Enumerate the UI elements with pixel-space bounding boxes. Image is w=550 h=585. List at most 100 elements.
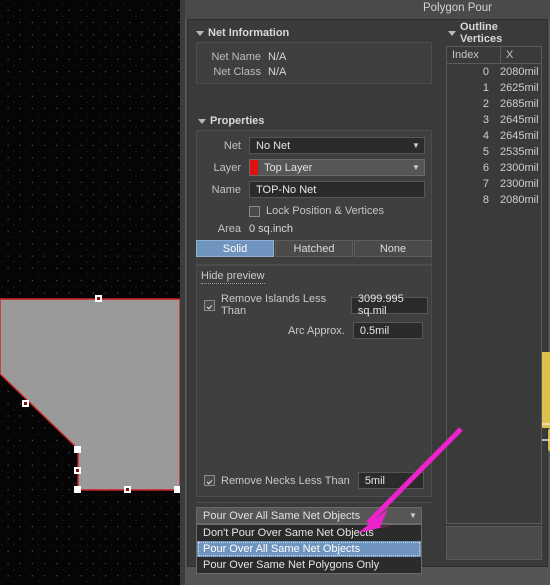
properties-header[interactable]: Properties (196, 112, 264, 130)
remove-islands-label: Remove Islands Less Than (221, 293, 327, 317)
remove-necks-checkbox[interactable] (204, 475, 215, 486)
name-row: Name TOP-No Net (197, 180, 425, 199)
cell-x: 2080mil (500, 66, 539, 78)
cell-x: 2685mil (500, 98, 539, 110)
collapse-triangle-icon[interactable] (448, 31, 456, 36)
name-label: Name (211, 183, 241, 196)
table-row[interactable]: 6 2300mil (447, 160, 541, 176)
lock-position-row[interactable]: Lock Position & Vertices (197, 202, 425, 220)
collapse-triangle-icon[interactable] (196, 31, 204, 36)
area-row: Area 0 sq.inch (197, 220, 425, 237)
layer-dropdown[interactable]: Top Layer ▼ (249, 159, 425, 176)
arc-approx-input[interactable]: 0.5mil (352, 322, 423, 339)
properties-title: Properties (210, 115, 265, 127)
vertex-handle[interactable] (74, 446, 81, 453)
cell-index: 1 (482, 82, 489, 94)
vertex-handle[interactable] (74, 486, 81, 493)
panel-titlebar: Polygon Pour (185, 0, 550, 19)
table-row[interactable]: 5 2535mil (447, 144, 541, 160)
panel-left-column: Net Information (194, 24, 442, 42)
net-class-row: Net Class N/A (197, 64, 431, 79)
pour-over-option-1[interactable]: Pour Over All Same Net Objects (197, 541, 421, 557)
vertex-handle[interactable] (74, 467, 81, 474)
outline-vertices-table[interactable]: Index X 0 2080mil 1 2625mil 2 2685mil 3 2645… (446, 46, 542, 524)
outline-vertices-title: Outline Vertices (460, 21, 503, 45)
column-header-index[interactable]: Index (447, 47, 500, 63)
table-row[interactable]: 2 2685mil (447, 96, 541, 112)
arc-approx-label: Arc Approx. (288, 324, 345, 337)
polygon-shape[interactable] (0, 0, 180, 585)
chevron-down-icon[interactable]: ▼ (405, 508, 421, 523)
vertex-handle[interactable] (22, 400, 29, 407)
fill-mode-none-button[interactable]: None (354, 240, 432, 257)
collapse-triangle-icon[interactable] (198, 119, 206, 124)
pour-over-option-0[interactable]: Don't Pour Over Same Net Objects (197, 525, 421, 541)
area-label: Area (217, 222, 241, 235)
net-class-value: N/A (268, 65, 287, 78)
net-information-title: Net Information (208, 27, 290, 39)
cell-index: 6 (482, 162, 489, 174)
remove-islands-checkbox[interactable] (204, 299, 215, 311)
fill-mode-solid-button[interactable]: Solid (196, 240, 274, 257)
table-row[interactable]: 3 2645mil (447, 112, 541, 128)
pour-over-dropdown[interactable]: Pour Over All Same Net Objects ▼ (196, 507, 422, 524)
layer-dropdown-value: Top Layer (264, 161, 313, 174)
panel-title: Polygon Pour (422, 2, 492, 14)
net-name-value: N/A (268, 50, 287, 63)
pour-over-option-list[interactable]: Don't Pour Over Same Net Objects Pour Ov… (196, 524, 422, 574)
vertex-handle[interactable] (124, 486, 131, 493)
layer-label: Layer (213, 161, 241, 174)
remove-necks-label: Remove Necks Less Than (221, 474, 350, 487)
cell-x: 2535mil (500, 146, 539, 158)
column-header-x[interactable]: X (500, 47, 541, 63)
remove-necks-input[interactable]: 5mil (357, 472, 424, 489)
pour-over-selected-value: Pour Over All Same Net Objects (203, 509, 361, 522)
table-row[interactable]: 0 2080mil (447, 64, 541, 80)
remove-necks-row: Remove Necks Less Than 5mil (204, 472, 428, 489)
cell-x: 2080mil (500, 194, 539, 206)
cell-index: 5 (482, 146, 489, 158)
lock-position-label: Lock Position & Vertices (266, 205, 385, 217)
bottom-divider (196, 502, 432, 503)
cell-index: 8 (482, 194, 489, 206)
table-row[interactable]: 4 2645mil (447, 128, 541, 144)
net-information-header[interactable]: Net Information (194, 24, 442, 42)
cell-x: 2645mil (500, 130, 539, 142)
net-label: Net (223, 139, 241, 152)
arc-approx-value: 0.5mil (359, 324, 390, 337)
right-bottom-pane (446, 526, 542, 560)
lock-position-checkbox[interactable] (249, 205, 260, 217)
chevron-down-icon[interactable]: ▼ (408, 160, 424, 175)
net-information-group: Net Name N/A Net Class N/A (196, 42, 432, 84)
net-name-label: Net Name (211, 50, 261, 63)
properties-panel: Net Information Net Name N/A Net Class N… (187, 19, 550, 574)
pour-over-option-2[interactable]: Pour Over Same Net Polygons Only (197, 557, 421, 573)
layer-row: Layer Top Layer ▼ (197, 158, 425, 177)
pcb-canvas[interactable] (0, 0, 180, 585)
fill-mode-segmented-control[interactable]: Solid Hatched None (196, 240, 432, 257)
name-input-value: TOP-No Net (256, 183, 317, 196)
vertex-handle[interactable] (95, 295, 102, 302)
cell-index: 4 (482, 130, 489, 142)
area-value: 0 sq.inch (249, 222, 294, 235)
polygon-pour-window: Polygon Pour Net Information Net Name N/… (0, 0, 550, 585)
hide-preview-link[interactable]: Hide preview (201, 270, 265, 284)
fill-mode-hatched-button[interactable]: Hatched (275, 240, 353, 257)
net-name-row: Net Name N/A (197, 49, 431, 64)
cell-index: 0 (482, 66, 489, 78)
table-row[interactable]: 8 2080mil (447, 192, 541, 208)
canvas-panel-divider (180, 0, 185, 585)
table-row[interactable]: 1 2625mil (447, 80, 541, 96)
remove-islands-row: Remove Islands Less Than 3099.995 sq.mil (204, 293, 428, 317)
panel-right-column: Outline Vertices Index X 0 2080mil 1 2625m… (446, 21, 542, 560)
net-dropdown-value: No Net (256, 139, 291, 152)
table-row[interactable]: 7 2300mil (447, 176, 541, 192)
chevron-down-icon[interactable]: ▼ (408, 138, 424, 153)
cell-x: 2300mil (500, 178, 539, 190)
name-input[interactable]: TOP-No Net (249, 181, 425, 198)
net-dropdown[interactable]: No Net ▼ (249, 137, 425, 154)
remove-islands-input[interactable]: 3099.995 sq.mil (350, 293, 428, 317)
net-row: Net No Net ▼ (197, 136, 425, 155)
net-class-label: Net Class (213, 65, 261, 78)
outline-vertices-header[interactable]: Outline Vertices (446, 21, 542, 45)
